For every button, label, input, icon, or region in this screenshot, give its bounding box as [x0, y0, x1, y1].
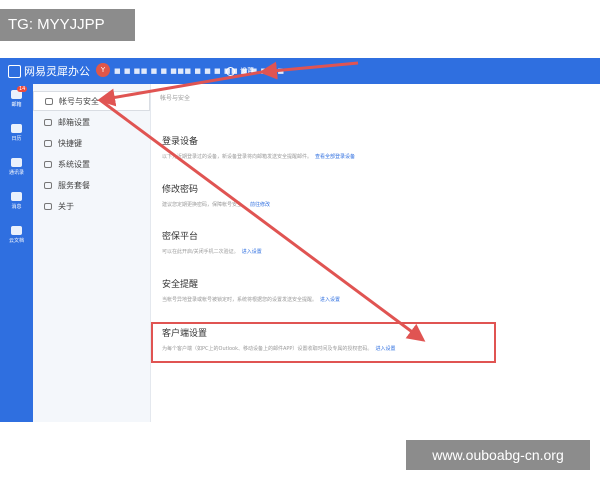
- section-title: 修改密码: [162, 185, 199, 195]
- menu-item-label: 服务套餐: [58, 180, 90, 190]
- rail-item-messages[interactable]: 消息: [0, 192, 33, 210]
- package-icon: [44, 181, 52, 189]
- menu-item-account-security[interactable]: 帐号与安全: [33, 91, 150, 111]
- client-settings-highlight-box: [151, 322, 496, 363]
- account-name-masked: ■ ■ ■■ ■ ■ ■■■ ■ ■ ■ ■■ ■ ■ ■ ■■: [114, 67, 285, 75]
- app-logo-icon: [8, 64, 21, 78]
- settings-content: 帐号与安全 登录设备 以下为近期登录过的设备，新设备登录将向邮箱发送安全提醒邮件…: [150, 84, 600, 422]
- menu-item-label: 帐号与安全: [59, 96, 99, 106]
- section-change-password: 修改密码 建议您定期更换密码，保障帐号安全。 前往修改: [162, 182, 270, 208]
- rail-item-contacts[interactable]: 通讯录: [0, 158, 33, 176]
- avatar[interactable]: Y: [96, 63, 110, 77]
- section-title: 密保平台: [162, 232, 199, 242]
- menu-item-system-settings[interactable]: 系统设置: [33, 154, 150, 174]
- section-title: 登录设备: [162, 137, 199, 147]
- section-desc: 可以在此开启/关闭手机二次验证。 进入设置: [162, 249, 262, 255]
- menu-item-mailbox-settings[interactable]: 邮箱设置: [33, 112, 150, 132]
- chat-icon: [11, 192, 22, 201]
- menu-item-label: 系统设置: [58, 159, 90, 169]
- user-icon: [45, 97, 53, 105]
- view-devices-link[interactable]: 查看全部登录设备: [315, 154, 355, 160]
- mail-icon: [44, 118, 52, 126]
- rail-label: 云文档: [8, 238, 24, 244]
- gear-icon: [44, 160, 52, 168]
- settings-label: 设置: [240, 67, 254, 75]
- info-icon: [44, 202, 52, 210]
- rail-item-cloud-docs[interactable]: 云文档: [0, 226, 33, 244]
- breadcrumb: 帐号与安全: [160, 95, 191, 102]
- rail-label: 日历: [11, 136, 22, 142]
- section-title: 安全提醒: [162, 280, 199, 290]
- rail-item-mail[interactable]: 14 邮箱: [0, 86, 33, 108]
- calendar-icon: [11, 124, 22, 133]
- menu-item-service-plan[interactable]: 服务套餐: [33, 175, 150, 195]
- rail-label: 邮箱: [11, 102, 22, 108]
- keyboard-icon: [44, 139, 52, 147]
- menu-item-about[interactable]: 关于: [33, 196, 150, 216]
- contacts-icon: [11, 158, 22, 167]
- watermark-url: www.ouboabg-cn.org: [406, 440, 590, 470]
- app-title: 网易灵犀办公: [24, 65, 90, 78]
- top-bar: 网易灵犀办公 Y ■ ■ ■■ ■ ■ ■■■ ■ ■ ■ ■■ ■ ■ ■ ■…: [0, 58, 600, 84]
- section-desc: 以下为近期登录过的设备，新设备登录将向邮箱发送安全提醒邮件。 查看全部登录设备: [162, 154, 356, 160]
- rail-label: 消息: [11, 204, 22, 210]
- section-security-alerts: 安全提醒 当帐号异地登录或帐号被锁定时，系统将根据您的设置发送安全提醒。 进入设置: [162, 277, 340, 303]
- menu-item-label: 快捷键: [58, 138, 82, 148]
- menu-item-label: 邮箱设置: [58, 117, 90, 127]
- app-rail: 14 邮箱 日历 通讯录 消息 云文档: [0, 84, 33, 422]
- unread-badge: 14: [17, 86, 28, 92]
- change-password-link[interactable]: 前往修改: [250, 202, 270, 208]
- menu-item-label: 关于: [58, 201, 74, 211]
- app-brand[interactable]: 网易灵犀办公: [8, 58, 90, 84]
- section-login-devices: 登录设备 以下为近期登录过的设备，新设备登录将向邮箱发送安全提醒邮件。 查看全部登…: [162, 134, 355, 160]
- rail-label: 通讯录: [8, 170, 24, 176]
- folder-icon: [11, 226, 22, 235]
- watermark-tag: TG: MYYJJPP: [0, 9, 135, 41]
- section-security-platform: 密保平台 可以在此开启/关闭手机二次验证。 进入设置: [162, 229, 262, 255]
- security-platform-link[interactable]: 进入设置: [242, 249, 262, 255]
- security-alerts-link[interactable]: 进入设置: [320, 297, 340, 303]
- settings-button[interactable]: 设置: [226, 58, 254, 84]
- rail-item-calendar[interactable]: 日历: [0, 124, 33, 142]
- gear-icon: [226, 66, 235, 76]
- section-desc: 建议您定期更换密码，保障帐号安全。 前往修改: [162, 202, 271, 208]
- settings-menu: 帐号与安全 邮箱设置 快捷键 系统设置 服务套餐 关于: [33, 84, 151, 422]
- section-desc: 当帐号异地登录或帐号被锁定时，系统将根据您的设置发送安全提醒。 进入设置: [162, 297, 341, 303]
- menu-item-shortcuts[interactable]: 快捷键: [33, 133, 150, 153]
